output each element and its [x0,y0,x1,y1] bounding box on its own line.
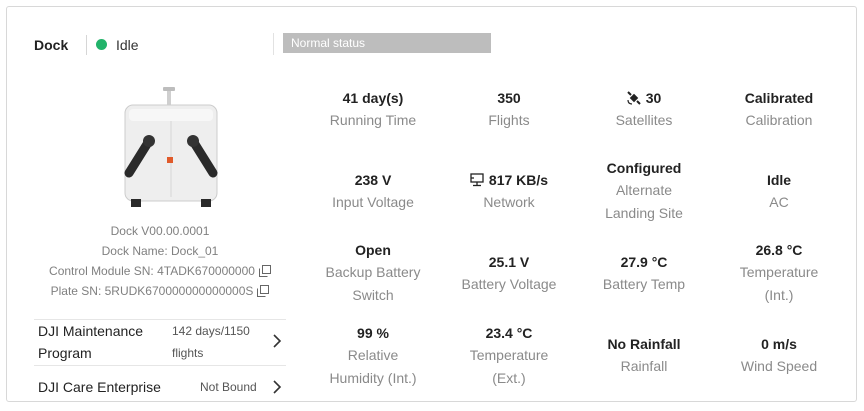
status-dot-icon [96,39,107,50]
divider [273,33,274,55]
metric-label: Flights [488,112,530,128]
metric-value: 350 [497,90,521,106]
dock-name: Dock Name: Dock_01 [101,244,219,258]
metric-flights: 350 Flights [444,87,574,132]
metric-label: Satellites [615,112,673,128]
metric-label: Battery Temp [602,276,686,292]
service-name: DJI Maintenance [38,323,144,339]
divider [86,35,87,55]
metric-relative-humidity: 99 % Relative Humidity (Int.) [308,322,438,390]
dock-status-text: Idle [116,37,139,53]
metric-value: No Rainfall [607,336,681,352]
metric-label: Humidity (Int.) [329,370,417,386]
metric-label: Temperature [739,264,819,280]
metric-value: 27.9 °C [620,254,668,270]
metric-value: 238 V [354,172,392,188]
maintenance-program-row[interactable]: DJI Maintenance Program 142 days/1150 fl… [34,319,286,364]
dock-title: Dock [34,37,69,53]
satellite-icon [626,91,641,105]
device-info: Dock V00.00.0001 Dock Name: Dock_01 Cont… [34,221,286,301]
metric-label: Alternate [615,182,673,198]
metric-alternate-landing-site: Configured Alternate Landing Site [579,157,709,225]
network-icon [470,173,484,187]
service-value: flights [172,346,204,360]
metric-battery-voltage: 25.1 V Battery Voltage [444,251,574,296]
metric-value: 99 % [357,325,389,341]
chevron-right-icon[interactable] [272,380,282,394]
metric-rainfall: No Rainfall Rainfall [579,333,709,378]
care-enterprise-row[interactable]: DJI Care Enterprise Not Bound [34,365,286,410]
metric-value: Calibrated [744,90,814,106]
metric-backup-battery-switch: Open Backup Battery Switch [308,239,438,307]
metric-value: Configured [606,160,682,176]
metric-label: Relative [347,347,399,363]
metric-label: Landing Site [605,205,683,221]
metric-value: Idle [766,172,792,188]
copy-icon[interactable] [257,285,270,297]
metric-label: Network [483,194,535,210]
firmware-version: Dock V00.00.0001 [110,224,210,238]
metric-label: Rainfall [620,358,668,374]
dock-device-image [124,87,218,207]
metric-label: Temperature [469,347,549,363]
service-name: Program [38,345,92,361]
metric-label: Battery Voltage [461,276,557,292]
metric-ac: Idle AC [714,169,844,214]
status-banner: Normal status [283,33,491,53]
metric-value: 26.8 °C [755,242,803,258]
card-header: Dock Idle Normal status [7,7,856,67]
metric-temperature-int: 26.8 °C Temperature (Int.) [714,239,844,307]
metric-satellites: 30 Satellites [579,87,709,132]
metric-temperature-ext: 23.4 °C Temperature (Ext.) [444,322,574,390]
metric-input-voltage: 238 V Input Voltage [308,169,438,214]
service-value: Not Bound [200,380,257,394]
metric-label: Running Time [329,112,417,128]
metric-label: Backup Battery [325,264,421,280]
metric-value: 817 KB/s [488,172,549,188]
control-module-sn: Control Module SN: 4TADK670000000 [49,264,255,278]
metric-value: 30 [645,90,662,106]
metric-label: Calibration [745,112,813,128]
metric-label: AC [769,194,789,210]
metric-value: 41 day(s) [342,90,404,106]
metric-battery-temp: 27.9 °C Battery Temp [579,251,709,296]
metric-calibration: Calibrated Calibration [714,87,844,132]
metric-value: 23.4 °C [485,325,533,341]
metric-network: 817 KB/s Network [444,169,574,214]
service-value: 142 days/1150 [172,324,250,338]
metric-value: Open [355,242,391,258]
dock-status-card: Dock Idle Normal status Dock V00.00.0001… [6,6,857,402]
metric-running-time: 41 day(s) Running Time [308,87,438,132]
metric-label: Switch [352,287,394,303]
metric-value: 25.1 V [488,254,530,270]
metric-label: (Int.) [764,287,794,303]
plate-sn: Plate SN: 5RUDK670000000000000S [50,284,254,298]
metric-label: (Ext.) [492,370,526,386]
copy-icon[interactable] [258,265,271,277]
metric-label: Wind Speed [740,358,818,374]
metric-value: 0 m/s [761,336,797,352]
chevron-right-icon[interactable] [272,334,282,348]
metric-label: Input Voltage [332,194,414,210]
service-name: DJI Care Enterprise [38,379,161,395]
metric-wind-speed: 0 m/s Wind Speed [714,333,844,378]
